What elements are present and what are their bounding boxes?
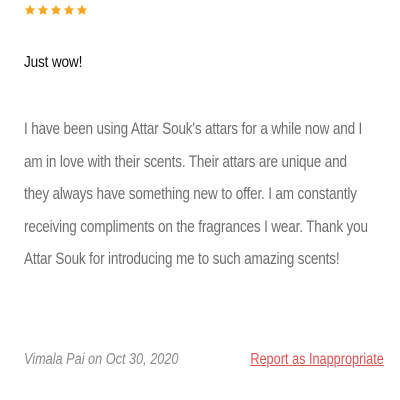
review-body: I have been using Attar Souk's attars fo… [24, 120, 368, 268]
review-card: Just wow! I have been using Attar Souk's… [0, 0, 400, 400]
star-rating [24, 4, 88, 16]
star-icon [50, 4, 62, 15]
star-icon [24, 4, 36, 15]
review-title: Just wow! [24, 54, 83, 71]
report-inappropriate-link[interactable]: Report as Inappropriate [250, 351, 384, 369]
review-author-date: Vimala Pai on Oct 30, 2020 [24, 351, 179, 368]
star-icon [63, 4, 75, 15]
review-footer: Vimala Pai on Oct 30, 2020 Report as Ina… [24, 351, 384, 373]
star-icon [37, 4, 49, 15]
star-icon [76, 4, 88, 15]
